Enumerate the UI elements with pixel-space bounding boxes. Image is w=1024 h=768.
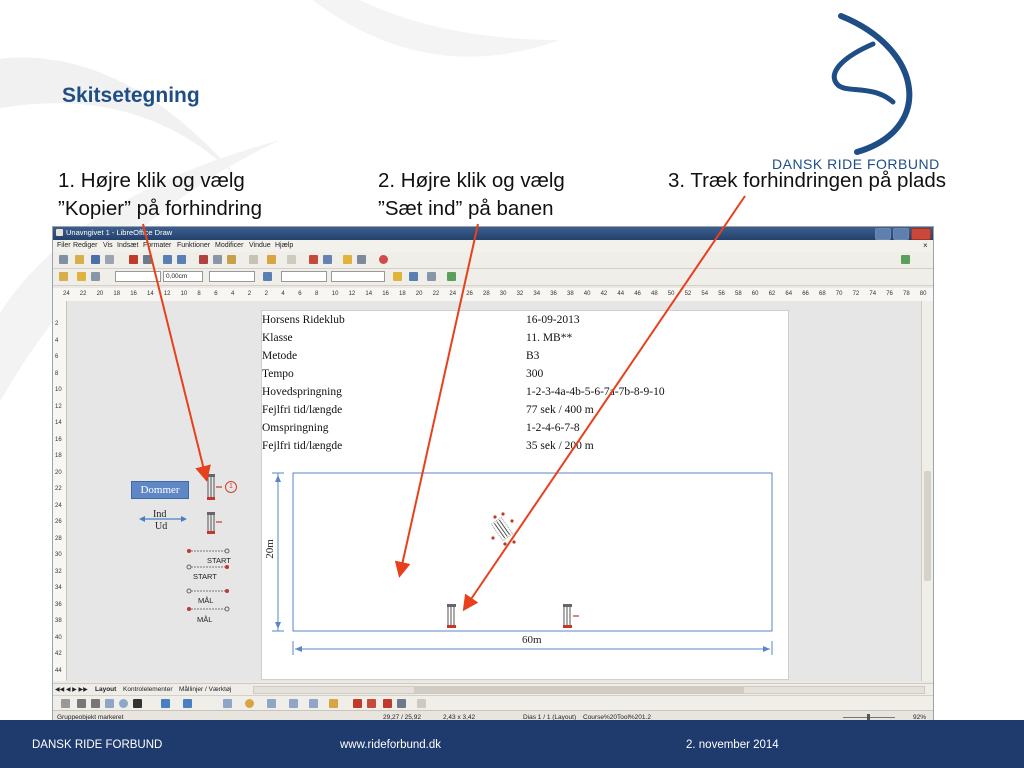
arrow-step-1 xyxy=(142,223,211,482)
slide-footer: DANSK RIDE FORBUND www.rideforbund.dk 2.… xyxy=(0,720,1024,768)
instruction-arrows xyxy=(142,195,746,612)
footer-date: 2. november 2014 xyxy=(686,739,779,751)
arrow-step-3 xyxy=(462,195,746,612)
arrow-step-2 xyxy=(394,223,479,578)
footer-url[interactable]: www.rideforbund.dk xyxy=(340,739,441,751)
footer-org: DANSK RIDE FORBUND xyxy=(32,739,163,751)
